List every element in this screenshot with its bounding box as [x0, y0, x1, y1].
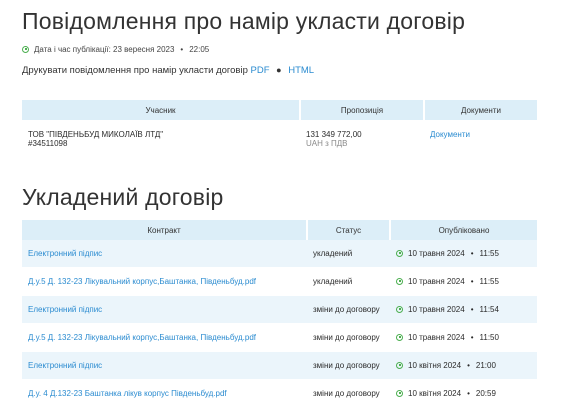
published-info: 10 травня 2024 • 11:50	[396, 333, 531, 342]
contract-row: Електронний підпис укладений 10 травня 202…	[22, 240, 537, 268]
contract-row: Електронний підпис зміни до договору 10 кв…	[22, 351, 537, 380]
contract-status: зміни до договору	[307, 323, 390, 352]
contract-title: Укладений договір	[22, 184, 224, 210]
dot-separator: •	[467, 361, 470, 370]
participant-row: ТОВ "ПІВДЕНЬБУД МИКОЛАЇВ ЛТД" #34511098 …	[22, 120, 537, 170]
published-time: 11:50	[479, 333, 499, 342]
clock-icon	[396, 390, 403, 397]
print-notice-line: Друкувати повідомлення про намір укласти…	[22, 65, 314, 76]
contract-file-cell: Електронний підпис	[22, 240, 307, 268]
published-date: 10 травня 2024	[408, 305, 465, 314]
contract-file-link[interactable]: Електронний підпис	[28, 361, 102, 370]
print-pdf-link[interactable]: PDF	[251, 65, 270, 76]
print-html-link[interactable]: HTML	[288, 65, 314, 76]
dot-separator: •	[470, 305, 474, 314]
contract-row: Д.у.5 Д. 132-23 Лікувальний корпус,Башта…	[22, 267, 537, 296]
dot-separator: •	[470, 333, 474, 342]
contract-file-link[interactable]: Д.у.5 Д. 132-23 Лікувальний корпус,Башта…	[28, 277, 256, 286]
contract-file-link[interactable]: Д.у. 4 Д.132-23 Баштанка лікув корпус Пі…	[28, 389, 227, 398]
contract-file-link[interactable]: Електронний підпис	[28, 249, 102, 258]
contract-row: Д.у.5 Д. 132-23 Лікувальний корпус,Башта…	[22, 323, 537, 352]
published-time: 21:00	[475, 361, 496, 370]
contract-status: укладений	[307, 240, 390, 268]
publication-date: Дата і час публікації: 23 вересня 2023	[34, 45, 175, 54]
contract-published-cell: 10 травня 2024 • 11:55	[390, 267, 537, 296]
header-published: Опубліковано	[390, 220, 537, 240]
dot-separator: •	[467, 389, 470, 398]
offer-amount: 131 349 772,00	[306, 130, 362, 139]
published-info: 10 травня 2024 • 11:55	[396, 277, 531, 286]
contract-status: укладений	[307, 267, 390, 296]
clock-icon	[22, 46, 29, 53]
published-info: 10 травня 2024 • 11:54	[396, 305, 531, 314]
contract-file-link[interactable]: Електронний підпис	[28, 305, 102, 314]
offer-cell: 131 349 772,00 UAH з ПДВ	[300, 120, 424, 170]
publication-info: Дата і час публікації: 23 вересня 2023 •…	[22, 45, 209, 54]
contract-row: Д.у. 4 Д.132-23 Баштанка лікув корпус Пі…	[22, 379, 537, 408]
contract-published-cell: 10 травня 2024 • 11:50	[390, 323, 537, 352]
participant-name: ТОВ "ПІВДЕНЬБУД МИКОЛАЇВ ЛТД"	[28, 130, 164, 139]
documents-link[interactable]: Документи	[430, 130, 470, 139]
notice-title: Повідомлення про намір укласти договір	[22, 8, 466, 34]
published-date: 10 травня 2024	[408, 277, 465, 286]
print-label: Друкувати повідомлення про намір укласти…	[22, 65, 248, 76]
contract-published-cell: 10 квітня 2024 • 21:00	[390, 351, 537, 380]
published-date: 10 квітня 2024	[408, 389, 462, 398]
clock-icon	[396, 334, 403, 341]
dot-separator: •	[470, 249, 474, 258]
published-time: 20:59	[475, 389, 496, 398]
header-documents: Документи	[424, 100, 537, 120]
participant-code: #34511098	[28, 139, 68, 148]
published-time: 11:55	[479, 277, 499, 286]
header-offer: Пропозиція	[300, 100, 425, 120]
header-status: Статус	[307, 220, 391, 240]
published-info: 10 травня 2024 • 11:55	[396, 249, 531, 258]
contract-file-link[interactable]: Д.у.5 Д. 132-23 Лікувальний корпус,Башта…	[28, 333, 256, 342]
published-info: 10 квітня 2024 • 20:59	[396, 389, 531, 398]
dot-separator: •	[470, 277, 474, 286]
publication-time: 22:05	[189, 45, 210, 54]
clock-icon	[396, 250, 403, 257]
clock-icon	[396, 362, 403, 369]
documents-cell: Документи	[424, 120, 537, 170]
contract-published-cell: 10 квітня 2024 • 20:59	[390, 379, 537, 408]
contract-row: Електронний підпис зміни до договору 10 тр…	[22, 295, 537, 324]
contract-file-cell: Д.у. 4 Д.132-23 Баштанка лікув корпус Пі…	[22, 379, 307, 408]
contract-published-cell: 10 травня 2024 • 11:54	[390, 295, 537, 324]
published-time: 11:55	[479, 249, 499, 258]
header-participant: Учасник	[22, 100, 301, 120]
published-info: 10 квітня 2024 • 21:00	[396, 361, 531, 370]
published-date: 10 квітня 2024	[408, 361, 462, 370]
print-separator: ●	[276, 65, 282, 75]
contract-file-cell: Електронний підпис	[22, 295, 307, 324]
published-date: 10 травня 2024	[408, 333, 465, 342]
participants-header-row: Учасник Пропозиція Документи	[22, 100, 537, 120]
contract-status: зміни до договору	[307, 351, 390, 380]
contract-file-cell: Електронний підпис	[22, 351, 307, 380]
clock-icon	[396, 278, 403, 285]
participant-cell: ТОВ "ПІВДЕНЬБУД МИКОЛАЇВ ЛТД" #34511098	[22, 120, 300, 170]
published-time: 11:54	[479, 305, 499, 314]
contract-status: зміни до договору	[307, 295, 390, 324]
clock-icon	[396, 306, 403, 313]
header-contract: Контракт	[22, 220, 308, 240]
contract-file-cell: Д.у.5 Д. 132-23 Лікувальний корпус,Башта…	[22, 323, 307, 352]
published-date: 10 травня 2024	[408, 249, 465, 258]
offer-currency: UAH з ПДВ	[306, 139, 348, 148]
dot-separator: •	[180, 45, 184, 54]
contract-file-cell: Д.у.5 Д. 132-23 Лікувальний корпус,Башта…	[22, 267, 307, 296]
contract-header-row: Контракт Статус Опубліковано	[22, 220, 537, 240]
participants-table: Учасник Пропозиція Документи ТОВ "ПІВДЕН…	[22, 100, 537, 170]
contract-status: зміни до договору	[307, 379, 390, 408]
contract-table: Контракт Статус Опубліковано Електронний…	[22, 220, 537, 408]
contract-published-cell: 10 травня 2024 • 11:55	[390, 240, 537, 268]
